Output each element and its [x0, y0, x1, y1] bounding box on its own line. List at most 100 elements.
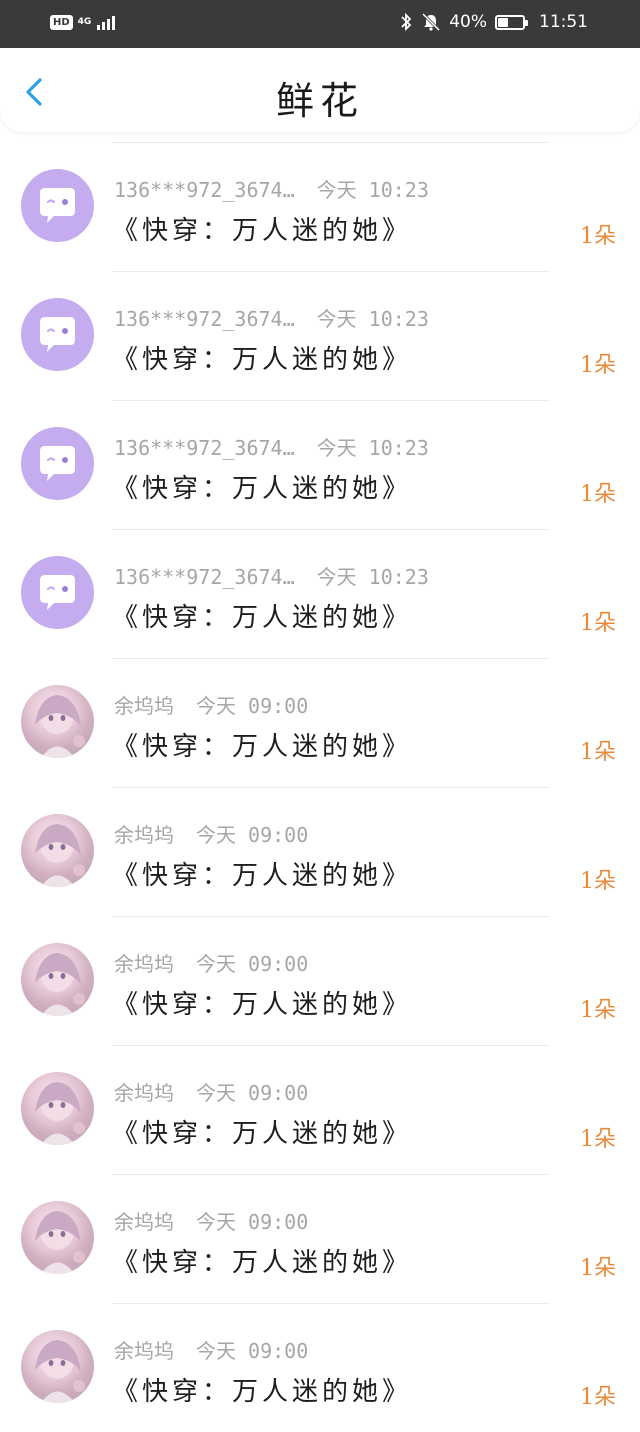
book-title: 《快穿：万人迷的她》 [112, 990, 413, 1020]
timestamp: 今天 09:00 [196, 694, 309, 718]
flower-count: 1朵 [580, 869, 616, 894]
list-item[interactable]: 136***972_3674… 今天 10:23 《快穿：万人迷的她》 1朵 [0, 529, 640, 658]
list-item[interactable]: 余坞坞 今天 09:00 《快穿：万人迷的她》 1朵 [0, 658, 640, 787]
avatar[interactable] [21, 298, 94, 371]
user-name: 136***972_3674… [114, 178, 295, 202]
anime-avatar-image [35, 1082, 85, 1145]
timestamp: 今天 09:00 [196, 1081, 309, 1105]
anime-avatar-image [35, 1340, 85, 1403]
row-divider [112, 1045, 550, 1046]
user-name: 136***972_3674… [114, 307, 295, 331]
flower-count: 1朵 [580, 1256, 616, 1281]
list-item[interactable]: 余坞坞 今天 09:00 《快穿：万人迷的她》 1朵 [0, 916, 640, 1045]
user-name: 余坞坞 [114, 1210, 174, 1234]
row-divider [112, 400, 550, 401]
book-title: 《快穿：万人迷的她》 [112, 861, 413, 891]
clock: 11:51 [539, 12, 588, 32]
bluetooth-icon [401, 12, 412, 32]
row-meta: 136***972_3674… 今天 10:23 [114, 174, 429, 203]
avatar[interactable] [21, 685, 94, 758]
timestamp: 今天 10:23 [316, 436, 429, 460]
book-title: 《快穿：万人迷的她》 [112, 1248, 413, 1278]
row-divider [112, 271, 550, 272]
book-title: 《快穿：万人迷的她》 [112, 474, 413, 504]
chat-bubble-icon [40, 575, 75, 610]
row-divider [112, 529, 550, 530]
row-divider [112, 1303, 550, 1304]
book-title: 《快穿：万人迷的她》 [112, 603, 413, 633]
avatar[interactable] [21, 169, 94, 242]
row-divider [112, 1174, 550, 1175]
list-item[interactable]: 余坞坞 今天 09:00 《快穿：万人迷的她》 1朵 [0, 1045, 640, 1174]
flower-count: 1朵 [580, 353, 616, 378]
flower-record-list: 136***972_3674… 今天 10:23 《快穿：万人迷的她》 1朵 13… [0, 142, 640, 1432]
row-meta: 余坞坞 今天 09:00 [114, 1077, 308, 1106]
list-item[interactable]: 136***972_3674… 今天 10:23 《快穿：万人迷的她》 1朵 [0, 400, 640, 529]
avatar[interactable] [21, 427, 94, 500]
avatar[interactable] [21, 1330, 94, 1403]
book-title: 《快穿：万人迷的她》 [112, 345, 413, 375]
row-divider [112, 916, 550, 917]
network-type: 4G [77, 16, 92, 27]
chat-bubble-icon [40, 446, 75, 481]
timestamp: 今天 09:00 [196, 1339, 309, 1363]
header: 鲜花 [0, 48, 640, 132]
timestamp: 今天 10:23 [316, 307, 429, 331]
row-divider [112, 787, 550, 788]
flower-count: 1朵 [580, 740, 616, 765]
row-meta: 136***972_3674… 今天 10:23 [114, 303, 429, 332]
book-title: 《快穿：万人迷的她》 [112, 216, 413, 246]
status-right: 40% 11:51 [399, 12, 588, 32]
user-name: 余坞坞 [114, 1081, 174, 1105]
avatar[interactable] [21, 1201, 94, 1274]
avatar[interactable] [21, 1072, 94, 1145]
row-meta: 余坞坞 今天 09:00 [114, 690, 308, 719]
anime-avatar-image [35, 1211, 85, 1274]
flower-count: 1朵 [580, 998, 616, 1023]
list-item[interactable]: 余坞坞 今天 09:00 《快穿：万人迷的她》 1朵 [0, 1174, 640, 1303]
avatar[interactable] [21, 943, 94, 1016]
muted-bell-icon [422, 12, 441, 32]
book-title: 《快穿：万人迷的她》 [112, 732, 413, 762]
row-meta: 136***972_3674… 今天 10:23 [114, 561, 429, 590]
status-left: HD 4G [50, 13, 120, 31]
chat-bubble-icon [40, 188, 75, 223]
timestamp: 今天 09:00 [196, 823, 309, 847]
book-title: 《快穿：万人迷的她》 [112, 1119, 413, 1149]
timestamp: 今天 09:00 [196, 952, 309, 976]
timestamp: 今天 09:00 [196, 1210, 309, 1234]
avatar[interactable] [21, 556, 94, 629]
row-meta: 余坞坞 今天 09:00 [114, 819, 308, 848]
page-title: 鲜花 [275, 79, 364, 123]
anime-avatar-image [35, 824, 85, 887]
user-name: 136***972_3674… [114, 436, 295, 460]
signal-icon [97, 16, 116, 30]
avatar[interactable] [21, 814, 94, 887]
flower-count: 1朵 [580, 1127, 616, 1152]
battery-percent: 40% [449, 12, 487, 32]
user-name: 136***972_3674… [114, 565, 295, 589]
battery-icon [495, 14, 528, 30]
row-divider [112, 142, 550, 143]
row-divider [112, 658, 550, 659]
flower-count: 1朵 [580, 224, 616, 249]
flower-count: 1朵 [580, 611, 616, 636]
chat-bubble-icon [40, 317, 75, 352]
timestamp: 今天 10:23 [316, 178, 429, 202]
row-meta: 余坞坞 今天 09:00 [114, 1335, 308, 1364]
user-name: 余坞坞 [114, 952, 174, 976]
list-item[interactable]: 余坞坞 今天 09:00 《快穿：万人迷的她》 1朵 [0, 787, 640, 916]
timestamp: 今天 10:23 [316, 565, 429, 589]
user-name: 余坞坞 [114, 823, 174, 847]
status-bar: HD 4G 40% 11:51 [0, 0, 640, 48]
list-item[interactable]: 136***972_3674… 今天 10:23 《快穿：万人迷的她》 1朵 [0, 271, 640, 400]
list-item[interactable]: 余坞坞 今天 09:00 《快穿：万人迷的她》 1朵 [0, 1303, 640, 1432]
row-meta: 136***972_3674… 今天 10:23 [114, 432, 429, 461]
row-meta: 余坞坞 今天 09:00 [114, 1206, 308, 1235]
hd-badge: HD [50, 14, 73, 30]
flower-count: 1朵 [580, 482, 616, 507]
list-item[interactable]: 136***972_3674… 今天 10:23 《快穿：万人迷的她》 1朵 [0, 142, 640, 271]
row-meta: 余坞坞 今天 09:00 [114, 948, 308, 977]
book-title: 《快穿：万人迷的她》 [112, 1377, 413, 1407]
anime-avatar-image [35, 695, 85, 758]
